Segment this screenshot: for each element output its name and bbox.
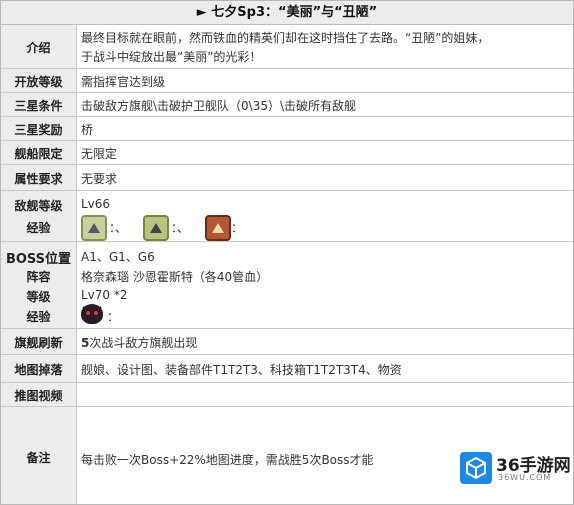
boss-face-icon — [81, 304, 103, 324]
row-drops: 地图掉落 舰娘、设计图、装备部件T1T2T3、科技箱T1T2T3T4、物资 — [1, 355, 573, 383]
watermark-logo: 36手游网 36WU.COM — [460, 448, 571, 488]
label-boss-exp: 经验 — [26, 310, 51, 324]
enemy-level-value: Lv66 — [81, 197, 111, 211]
label-reward: 三星奖励 — [14, 123, 63, 137]
stage-info-table: ► 七夕Sp3：“美丽”与“丑陋” 介绍 最终目标就在眼前，然而铁血的精英们却在… — [0, 0, 574, 505]
label-three-star: 三星条件 — [14, 99, 63, 113]
row-flagship-refresh: 旗舰刷新 5次战斗敌方旗舰出现 — [1, 329, 573, 355]
row-enemy: 敌舰等级 经验 Lv66 ：、 ：、 ： — [1, 191, 573, 242]
boss-lineup-value: 格奈森瑙 沙恩霍斯特（各40管血） — [81, 270, 269, 284]
row-three-star: 三星条件 击破敌方旗舰\击破护卫舰队（0\35）\击破所有敌舰 — [1, 93, 573, 117]
enemy-exp-sep-2: ：、 — [171, 221, 190, 235]
label-boss-level: 等级 — [26, 290, 51, 304]
label-boss-lineup: 阵容 — [26, 270, 51, 284]
label-enemy-level: 敌舰等级 — [14, 199, 63, 213]
intro-line-2: 于战斗中绽放出最“美丽”的光彩！ — [81, 50, 262, 64]
row-boss: BOSS位置 阵容 等级 经验 A1、G1、G6 格奈森瑙 沙恩霍斯特（各40管… — [1, 242, 573, 329]
stage-title: ► 七夕Sp3：“美丽”与“丑陋” — [1, 1, 573, 25]
cruiser-icon — [143, 215, 169, 241]
row-ship-limit: 舰船限定 无限定 — [1, 141, 573, 165]
drops-value: 舰娘、设计图、装备部件T1T2T3、科技箱T1T2T3T4、物资 — [81, 363, 402, 377]
row-video: 推图视频 — [1, 383, 573, 407]
intro-line-1: 最终目标就在眼前，然而铁血的精英们却在这时挡住了去路。“丑陋”的姐妹， — [81, 31, 490, 45]
attribute-value: 无要求 — [81, 172, 118, 186]
label-flagship-refresh: 旗舰刷新 — [14, 336, 63, 350]
row-open-level: 开放等级 需指挥官达到级 — [1, 69, 573, 93]
label-notes: 备注 — [26, 451, 51, 465]
open-level-value: 需指挥官达到级 — [81, 75, 166, 89]
refresh-text: 次战斗敌方旗舰出现 — [89, 336, 198, 350]
cube-icon — [460, 452, 492, 484]
enemy-exp-sep-3: ： — [231, 221, 244, 235]
reward-value: 桥 — [81, 123, 94, 137]
three-star-value: 击破敌方旗舰\击破护卫舰队（0\35）\击破所有敌舰 — [81, 99, 357, 113]
row-attribute: 属性要求 无要求 — [1, 165, 573, 191]
label-enemy-exp: 经验 — [26, 221, 51, 235]
watermark-url: 36WU.COM — [498, 473, 552, 482]
label-open-level: 开放等级 — [14, 75, 63, 89]
label-ship-limit: 舰船限定 — [14, 147, 63, 161]
boss-level-value: Lv70 *2 — [81, 288, 128, 302]
row-intro: 介绍 最终目标就在眼前，然而铁血的精英们却在这时挡住了去路。“丑陋”的姐妹， 于… — [1, 25, 573, 69]
battleship-icon — [205, 215, 231, 241]
label-video: 推图视频 — [14, 389, 63, 403]
destroyer-icon — [81, 215, 107, 241]
label-drops: 地图掉落 — [14, 363, 63, 377]
ship-limit-value: 无限定 — [81, 147, 118, 161]
boss-position-value: A1、G1、G6 — [81, 250, 155, 264]
notes-value: 每击败一次Boss+22%地图进度，需战胜5次Boss才能 — [81, 453, 374, 467]
label-attribute: 属性要求 — [14, 172, 63, 186]
enemy-exp-sep-1: ：、 — [109, 221, 128, 235]
boss-exp-sep: ： — [107, 310, 120, 324]
label-intro: 介绍 — [26, 41, 51, 55]
row-reward: 三星奖励 桥 — [1, 117, 573, 141]
label-boss-position: BOSS位置 — [5, 252, 72, 267]
